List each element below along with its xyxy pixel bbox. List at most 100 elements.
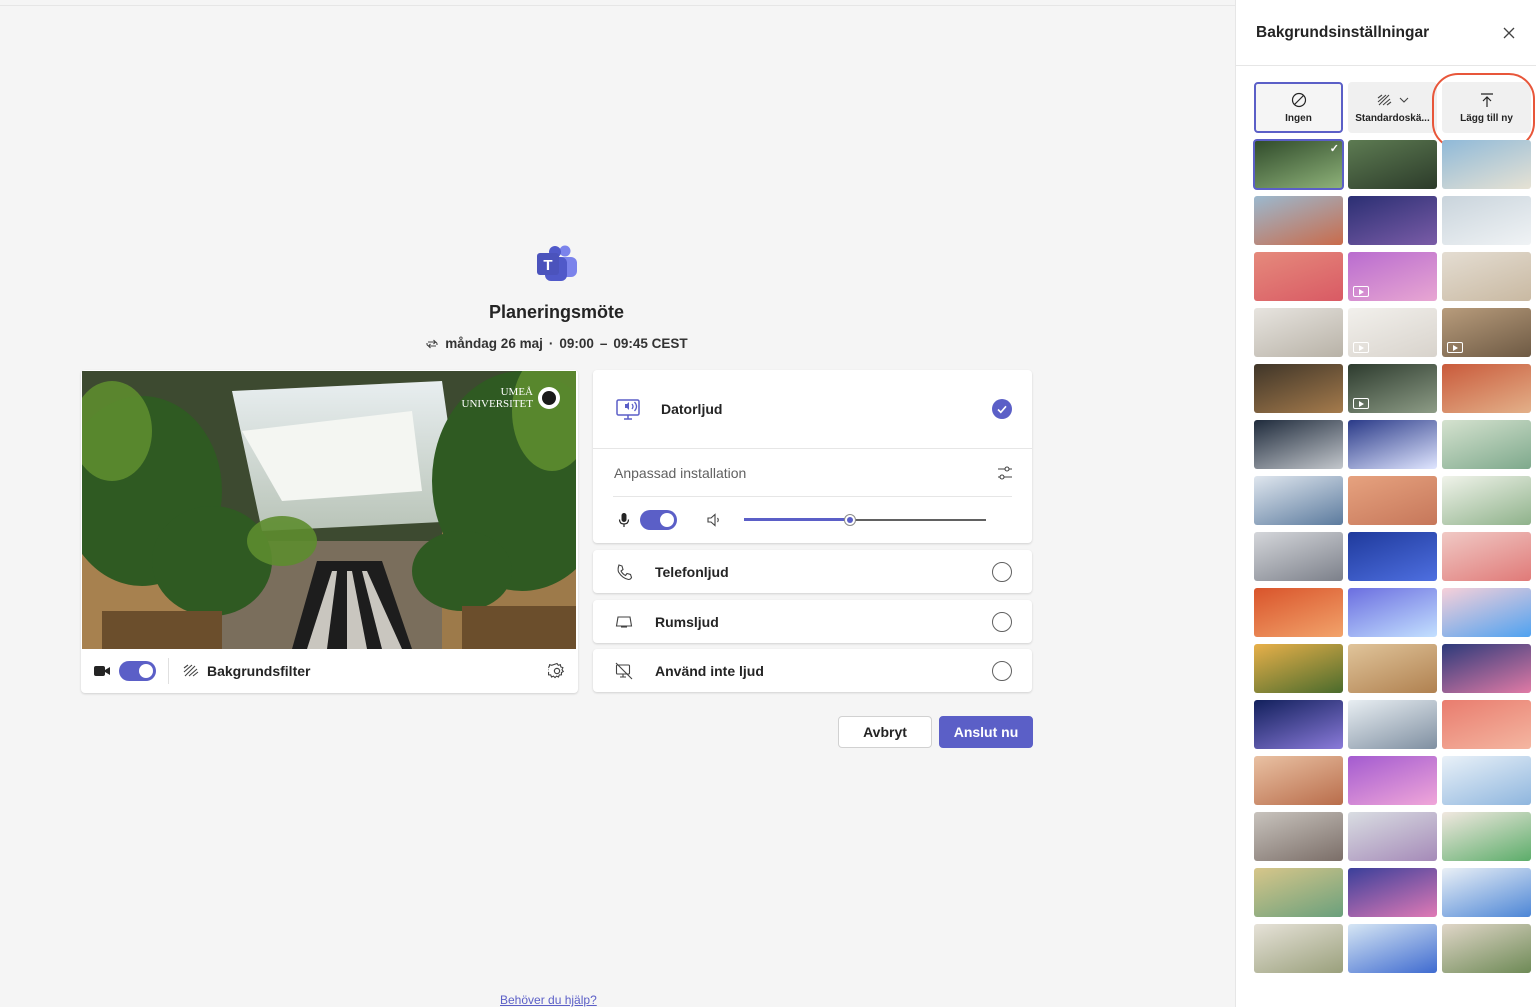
video-preview: UMEÅ UNIVERSITET: [82, 371, 576, 649]
no-audio-label: Använd inte ljud: [655, 662, 764, 679]
background-thumbnail[interactable]: [1348, 756, 1437, 805]
panel-header: Bakgrundsinställningar: [1236, 0, 1536, 66]
video-background-icon: [1353, 398, 1369, 409]
background-thumbnail[interactable]: [1254, 364, 1343, 413]
close-icon[interactable]: [1502, 26, 1516, 40]
no-background-label: Ingen: [1285, 112, 1312, 124]
background-thumbnail[interactable]: ✓: [1253, 139, 1344, 190]
sliders-settings-icon[interactable]: [996, 464, 1014, 482]
help-link[interactable]: Behöver du hjälp?: [500, 993, 597, 1007]
background-thumbnail[interactable]: [1442, 868, 1531, 917]
time-dash: –: [599, 336, 608, 351]
phone-audio-label: Telefonljud: [655, 563, 729, 580]
background-thumbnail[interactable]: [1348, 700, 1437, 749]
gear-icon[interactable]: [548, 662, 566, 680]
computer-audio-label: Datorljud: [661, 401, 723, 417]
computer-audio-option[interactable]: Datorljud: [593, 370, 1032, 449]
background-thumbnail[interactable]: [1442, 308, 1531, 357]
background-thumbnail[interactable]: [1442, 588, 1531, 637]
speaker-volume-slider[interactable]: [744, 513, 986, 527]
background-thumbnail[interactable]: [1442, 420, 1531, 469]
separator-dot: ·: [548, 336, 554, 351]
computer-audio-icon: [616, 399, 640, 420]
video-background-icon: [1447, 342, 1463, 353]
background-thumbnail[interactable]: [1442, 756, 1531, 805]
background-thumbnail[interactable]: [1348, 532, 1437, 581]
background-thumbnail[interactable]: [1442, 644, 1531, 693]
background-thumbnail[interactable]: [1254, 476, 1343, 525]
background-thumbnail[interactable]: [1254, 420, 1343, 469]
background-thumbnail[interactable]: [1254, 700, 1343, 749]
no-background-option[interactable]: Ingen: [1254, 82, 1343, 133]
background-thumbnail[interactable]: [1348, 364, 1437, 413]
recurring-icon: [426, 339, 438, 348]
blur-dropdown-icon: [1377, 94, 1408, 105]
phone-icon: [617, 563, 633, 580]
microphone-toggle[interactable]: [640, 510, 677, 530]
background-thumbnail[interactable]: [1442, 700, 1531, 749]
background-thumbnail[interactable]: [1348, 420, 1437, 469]
background-thumbnail[interactable]: [1348, 476, 1437, 525]
background-thumbnail[interactable]: [1254, 252, 1343, 301]
background-thumbnail[interactable]: [1348, 644, 1437, 693]
camera-feed-image: UMEÅ UNIVERSITET: [82, 371, 576, 649]
background-thumbnail[interactable]: [1348, 196, 1437, 245]
standard-blur-option[interactable]: Standardoskä...: [1348, 82, 1437, 133]
no-audio-option[interactable]: Använd inte ljud: [593, 649, 1032, 692]
background-thumbnail[interactable]: [1348, 140, 1437, 189]
background-filter-icon: [183, 664, 199, 677]
background-thumbnail[interactable]: [1254, 588, 1343, 637]
background-thumbnail[interactable]: [1254, 924, 1343, 973]
room-audio-option[interactable]: Rumsljud: [593, 600, 1032, 643]
background-thumbnail[interactable]: [1348, 308, 1437, 357]
background-thumbnail[interactable]: [1442, 364, 1531, 413]
divider: [168, 658, 169, 684]
background-thumbnail[interactable]: [1348, 868, 1437, 917]
no-audio-radio[interactable]: [992, 660, 1012, 681]
room-device-icon: [615, 615, 633, 628]
room-audio-radio[interactable]: [992, 611, 1012, 632]
background-filter-button[interactable]: Bakgrundsfilter: [183, 663, 310, 679]
phone-audio-radio[interactable]: [992, 561, 1012, 582]
microphone-icon: [618, 513, 630, 527]
phone-audio-option[interactable]: Telefonljud: [593, 550, 1032, 593]
background-thumbnail[interactable]: [1442, 812, 1531, 861]
background-thumbnail[interactable]: [1348, 588, 1437, 637]
background-thumbnail[interactable]: [1348, 924, 1437, 973]
background-options-row: Ingen Standardoskä... Lägg till ny: [1254, 82, 1531, 133]
background-thumbnail[interactable]: [1442, 924, 1531, 973]
background-thumbnail[interactable]: [1442, 476, 1531, 525]
standard-blur-label: Standardoskä...: [1355, 112, 1430, 124]
meeting-date: måndag 26 maj: [445, 336, 543, 351]
panel-title: Bakgrundsinställningar: [1256, 23, 1430, 41]
background-thumbnail[interactable]: [1348, 812, 1437, 861]
meeting-end: 09:45 CEST: [613, 336, 688, 351]
background-thumbnail[interactable]: [1348, 252, 1437, 301]
background-thumbnail[interactable]: [1442, 252, 1531, 301]
add-new-background-button[interactable]: Lägg till ny: [1442, 82, 1531, 133]
cancel-button[interactable]: Avbryt: [838, 716, 932, 748]
slider-knob[interactable]: [844, 514, 857, 526]
join-now-button[interactable]: Anslut nu: [939, 716, 1033, 748]
background-thumbnail[interactable]: [1254, 868, 1343, 917]
background-thumbnail[interactable]: [1254, 756, 1343, 805]
background-thumbnail[interactable]: [1254, 644, 1343, 693]
teams-logo-icon: T: [537, 245, 577, 281]
background-thumbnail[interactable]: [1254, 812, 1343, 861]
background-thumbnail[interactable]: [1442, 140, 1531, 189]
custom-setup-row[interactable]: Anpassad installation: [593, 449, 1032, 496]
none-icon: [1291, 92, 1306, 107]
background-thumbnail[interactable]: [1442, 196, 1531, 245]
camera-toggle[interactable]: [119, 661, 156, 681]
background-thumbnail[interactable]: [1254, 308, 1343, 357]
video-controls: Bakgrundsfilter: [81, 649, 578, 693]
background-thumbnail[interactable]: [1442, 532, 1531, 581]
background-thumbnail[interactable]: [1254, 532, 1343, 581]
meeting-title: Planeringsmöte: [488, 302, 625, 322]
computer-audio-card: Datorljud Anpassad installation: [593, 370, 1032, 543]
speaker-icon: [707, 513, 719, 527]
background-thumbnail[interactable]: [1254, 196, 1343, 245]
watermark-line2: UNIVERSITET: [462, 398, 534, 410]
svg-text:T: T: [543, 257, 552, 274]
no-audio-icon: [615, 662, 633, 679]
